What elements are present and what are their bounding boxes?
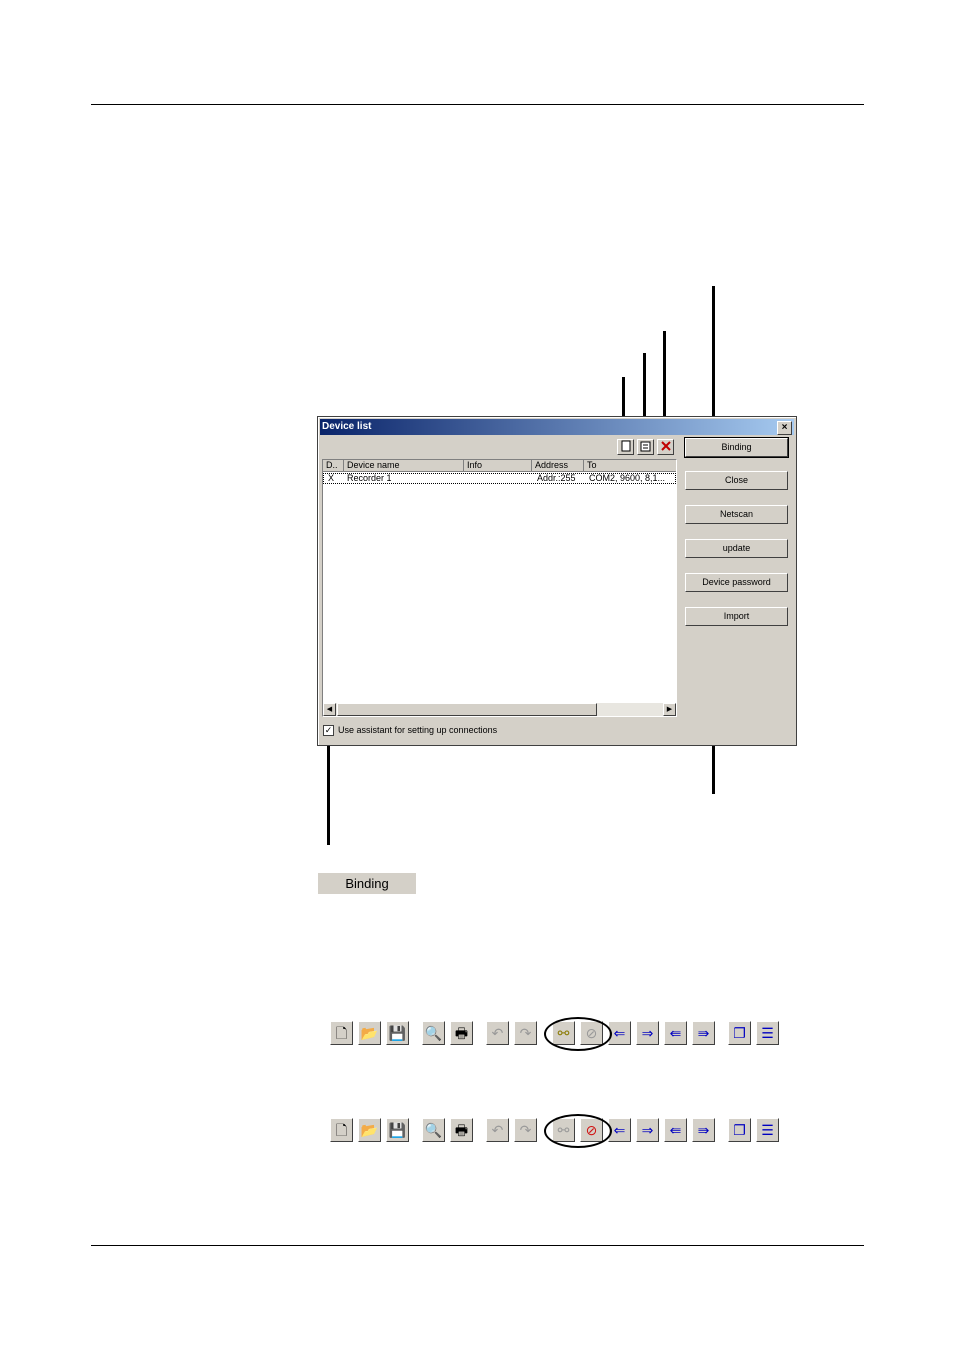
new-icon[interactable]: 🗋	[330, 1021, 353, 1045]
highlight-ellipse	[544, 1114, 612, 1148]
import-button[interactable]: Import	[685, 607, 788, 626]
cascade-icon[interactable]: ❐	[728, 1021, 751, 1045]
row-to: COM2, 9600, 8,1...	[589, 474, 666, 483]
open-icon[interactable]: 📂	[358, 1021, 381, 1045]
footer-rule	[91, 1245, 864, 1246]
cascade-icon[interactable]: ❐	[728, 1118, 751, 1142]
print-icon[interactable]: 🖶	[450, 1021, 473, 1045]
export-left-icon[interactable]: ⇚	[664, 1021, 687, 1045]
column-header-d[interactable]: D..	[323, 460, 344, 472]
close-icon[interactable]: ×	[777, 421, 792, 435]
export-left-icon[interactable]: ⇚	[664, 1118, 687, 1142]
scroll-left-icon[interactable]: ◀	[323, 703, 336, 716]
new-icon[interactable]: 🗋	[330, 1118, 353, 1142]
close-button[interactable]: Close	[685, 471, 788, 490]
undo-icon[interactable]: ↶	[486, 1021, 509, 1045]
export-right-icon[interactable]: ⇛	[692, 1118, 715, 1142]
toolbar-connected: 🗋 📂 💾 🔍 🖶 ↶ ↷ ⚯ ⊘ ⇐ ⇒ ⇚ ⇛ ❐ ☰	[330, 1017, 784, 1051]
save-icon[interactable]: 💾	[386, 1021, 409, 1045]
device-list-dialog: Device list × D.. Device name Info Addre…	[317, 416, 797, 746]
device-listview[interactable]: D.. Device name Info Address To X Record…	[322, 459, 677, 717]
new-device-icon[interactable]	[617, 439, 634, 455]
column-header-device-name[interactable]: Device name	[344, 460, 464, 472]
device-password-button[interactable]: Device password	[685, 573, 788, 592]
open-icon[interactable]: 📂	[358, 1118, 381, 1142]
callout-line-checkbox	[327, 733, 330, 845]
column-header-address[interactable]: Address	[532, 460, 584, 472]
row-address: Addr.:255	[537, 474, 576, 483]
scroll-thumb[interactable]	[337, 703, 597, 716]
save-icon[interactable]: 💾	[386, 1118, 409, 1142]
row-device-name: Recorder 1	[347, 474, 392, 483]
tile-icon[interactable]: ☰	[756, 1021, 779, 1045]
export-right-icon[interactable]: ⇛	[692, 1021, 715, 1045]
header-rule	[91, 104, 864, 105]
import-right-icon[interactable]: ⇒	[636, 1118, 659, 1142]
column-header-info[interactable]: Info	[464, 460, 532, 472]
import-right-icon[interactable]: ⇒	[636, 1021, 659, 1045]
scroll-right-icon[interactable]: ▶	[663, 703, 676, 716]
update-button[interactable]: update	[685, 539, 788, 558]
row-d: X	[328, 474, 335, 483]
horizontal-scrollbar[interactable]: ◀ ▶	[323, 703, 676, 716]
assistant-checkbox-label: Use assistant for setting up connections	[338, 725, 498, 735]
tile-icon[interactable]: ☰	[756, 1118, 779, 1142]
print-preview-icon[interactable]: 🔍	[422, 1021, 445, 1045]
assistant-checkbox[interactable]: ✓	[323, 725, 334, 736]
netscan-button[interactable]: Netscan	[685, 505, 788, 524]
delete-icon[interactable]	[657, 439, 674, 455]
print-icon[interactable]: 🖶	[450, 1118, 473, 1142]
print-preview-icon[interactable]: 🔍	[422, 1118, 445, 1142]
list-item[interactable]: X Recorder 1 Addr.:255 COM2, 9600, 8,1..…	[323, 473, 676, 484]
undo-icon[interactable]: ↶	[486, 1118, 509, 1142]
list-header: D.. Device name Info Address To	[323, 460, 676, 472]
column-header-to[interactable]: To	[584, 460, 676, 472]
redo-icon[interactable]: ↷	[514, 1021, 537, 1045]
dialog-titlebar: Device list ×	[320, 419, 794, 435]
binding-button-sample: Binding	[318, 873, 416, 894]
dialog-title: Device list	[322, 421, 372, 432]
toolbar-disconnected: 🗋 📂 💾 🔍 🖶 ↶ ↷ ⚯ ⊘ ⇐ ⇒ ⇚ ⇛ ❐ ☰	[330, 1114, 784, 1148]
binding-button[interactable]: Binding	[684, 437, 789, 458]
redo-icon[interactable]: ↷	[514, 1118, 537, 1142]
properties-icon[interactable]	[637, 439, 654, 455]
highlight-ellipse	[544, 1017, 612, 1051]
